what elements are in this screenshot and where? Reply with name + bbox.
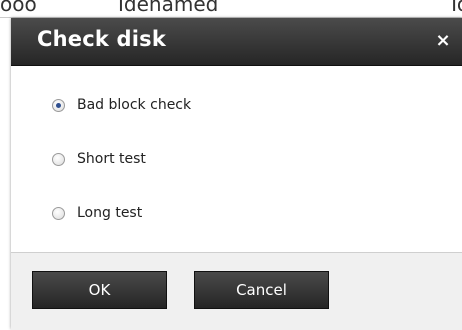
option-short-test[interactable]: Short test xyxy=(52,151,146,167)
option-label: Long test xyxy=(77,205,143,221)
dialog-titlebar: Check disk × xyxy=(11,18,462,66)
background-text: Idenamed xyxy=(118,0,219,16)
close-icon[interactable]: × xyxy=(434,31,452,51)
radio-bad-block-check[interactable] xyxy=(52,98,65,112)
cancel-button[interactable]: Cancel xyxy=(194,271,329,309)
option-long-test[interactable]: Long test xyxy=(52,205,142,221)
option-label: Bad block check xyxy=(77,97,192,113)
radio-long-test[interactable] xyxy=(52,206,65,220)
background-text: To xyxy=(448,0,462,16)
background-content: ooo Idenamed To xyxy=(0,0,462,18)
check-disk-dialog: Check disk × Bad block check Short test … xyxy=(11,18,462,330)
radio-short-test[interactable] xyxy=(52,152,65,166)
background-text: ooo xyxy=(0,0,37,16)
ok-button[interactable]: OK xyxy=(32,271,167,309)
option-bad-block-check[interactable]: Bad block check xyxy=(52,97,191,113)
option-label: Short test xyxy=(77,151,146,167)
dialog-footer: OK Cancel xyxy=(11,252,462,330)
dialog-content: Bad block check Short test Long test xyxy=(11,66,462,252)
dialog-title: Check disk xyxy=(37,27,167,51)
